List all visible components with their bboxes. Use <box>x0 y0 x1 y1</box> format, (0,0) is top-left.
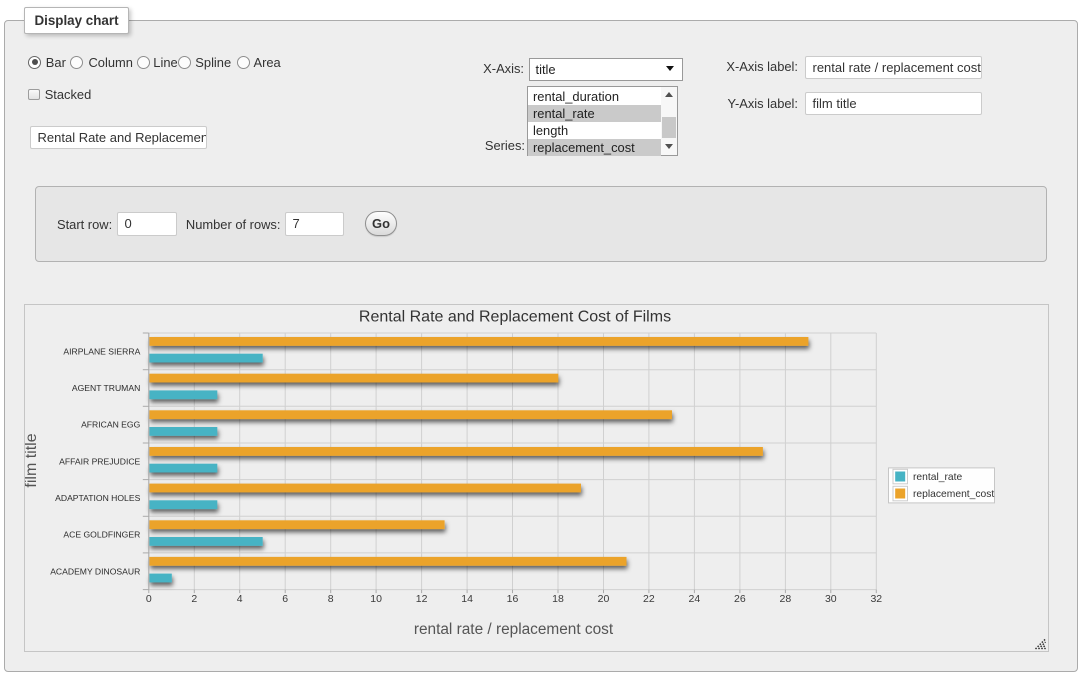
svg-text:2: 2 <box>191 593 197 605</box>
svg-text:14: 14 <box>461 593 473 605</box>
svg-text:ADAPTATION HOLES: ADAPTATION HOLES <box>55 493 140 503</box>
svg-text:28: 28 <box>780 593 792 605</box>
svg-text:rental_rate: rental_rate <box>913 472 963 483</box>
svg-text:ACE GOLDFINGER: ACE GOLDFINGER <box>63 530 140 540</box>
svg-text:4: 4 <box>237 593 243 605</box>
svg-text:10: 10 <box>370 593 382 605</box>
svg-text:6: 6 <box>282 593 288 605</box>
svg-text:replacement_cost: replacement_cost <box>913 489 994 500</box>
svg-text:26: 26 <box>734 593 746 605</box>
svg-text:24: 24 <box>689 593 701 605</box>
svg-text:32: 32 <box>870 593 882 605</box>
svg-text:18: 18 <box>552 593 564 605</box>
svg-text:ACADEMY DINOSAUR: ACADEMY DINOSAUR <box>50 566 140 576</box>
svg-text:rental rate / replacement cost: rental rate / replacement cost <box>414 621 614 638</box>
svg-text:16: 16 <box>507 593 519 605</box>
svg-text:AIRPLANE SIERRA: AIRPLANE SIERRA <box>63 346 140 356</box>
svg-text:AGENT TRUMAN: AGENT TRUMAN <box>72 383 140 393</box>
svg-text:12: 12 <box>416 593 428 605</box>
svg-text:0: 0 <box>146 593 152 605</box>
svg-text:20: 20 <box>598 593 610 605</box>
svg-text:film title: film title <box>25 433 40 487</box>
svg-text:Rental Rate and Replacement Co: Rental Rate and Replacement Cost of Film… <box>359 309 671 326</box>
svg-text:22: 22 <box>643 593 655 605</box>
svg-text:30: 30 <box>825 593 837 605</box>
svg-text:8: 8 <box>328 593 334 605</box>
svg-text:AFRICAN EGG: AFRICAN EGG <box>81 420 141 430</box>
svg-text:AFFAIR PREJUDICE: AFFAIR PREJUDICE <box>59 456 140 466</box>
